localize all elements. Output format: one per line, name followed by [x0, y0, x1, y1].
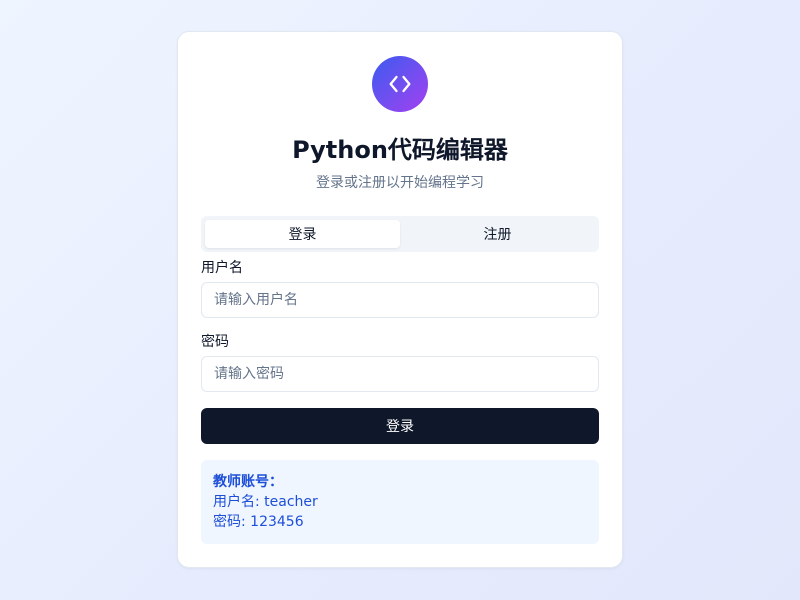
login-card: Python代码编辑器 登录或注册以开始编程学习 登录 注册 用户名 密码 登录… — [177, 31, 623, 568]
tab-register[interactable]: 注册 — [400, 220, 595, 248]
app-subtitle: 登录或注册以开始编程学习 — [316, 175, 484, 191]
password-input[interactable] — [201, 356, 599, 392]
auth-tabs: 登录 注册 — [201, 216, 599, 252]
login-button[interactable]: 登录 — [201, 408, 599, 444]
info-title: 教师账号： — [213, 474, 283, 490]
username-label: 用户名 — [201, 260, 243, 276]
password-label: 密码 — [201, 334, 229, 350]
teacher-account-info: 教师账号： 用户名: teacher 密码: 123456 — [201, 460, 599, 544]
info-username: 用户名: teacher — [213, 494, 318, 510]
app-title: Python代码编辑器 — [292, 136, 508, 164]
username-input[interactable] — [201, 282, 599, 318]
code-brackets-icon — [389, 75, 411, 93]
tab-login[interactable]: 登录 — [205, 220, 400, 248]
logo — [372, 56, 428, 112]
info-password: 密码: 123456 — [213, 514, 304, 530]
